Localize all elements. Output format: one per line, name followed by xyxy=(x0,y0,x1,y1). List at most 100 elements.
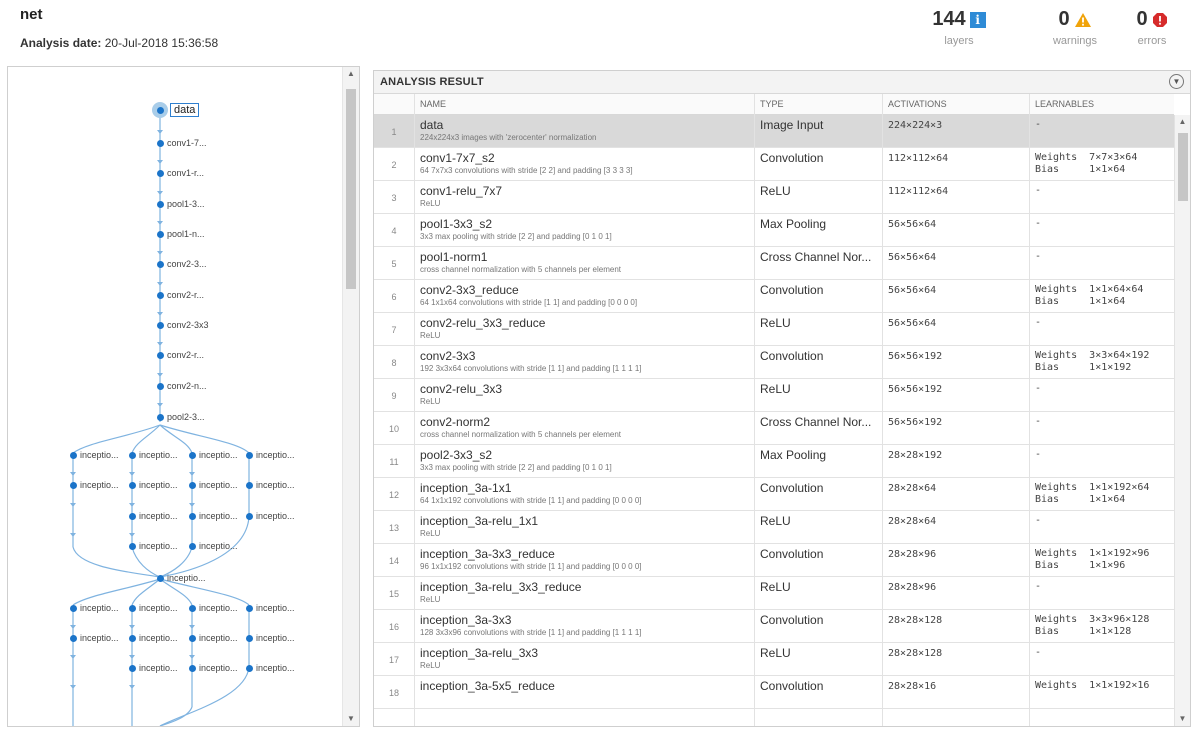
table-row[interactable]: 8 conv2-3x3 192 3x3x64 convolutions with s… xyxy=(374,346,1174,379)
scroll-up-icon[interactable]: ▲ xyxy=(1175,115,1190,129)
layer-learnables: - xyxy=(1035,647,1042,658)
table-row[interactable]: 5 pool1-norm1 cross channel normalization … xyxy=(374,247,1174,280)
node-dot-icon xyxy=(129,634,136,642)
scroll-down-icon[interactable]: ▼ xyxy=(343,712,359,726)
graph-node[interactable]: inceptio... xyxy=(189,511,238,521)
table-row[interactable]: 11 pool2-3x3_s2 3x3 max pooling with strid… xyxy=(374,445,1174,478)
scroll-down-icon[interactable]: ▼ xyxy=(1175,712,1190,726)
graph-node[interactable]: inceptio... xyxy=(70,450,119,460)
table-row[interactable]: 4 pool1-3x3_s2 3x3 max pooling with stride… xyxy=(374,214,1174,247)
table-scrollbar[interactable]: ▲ ▼ xyxy=(1174,115,1190,726)
layer-learnables: Weights 1×1×192×96 Bias 1×1×96 xyxy=(1035,548,1150,571)
row-index: 3 xyxy=(391,193,397,203)
table-row[interactable]: 1 data 224x224x3 images with 'zerocenter' … xyxy=(374,115,1174,148)
scroll-up-icon[interactable]: ▲ xyxy=(343,67,359,81)
table-row[interactable]: 15 inception_3a-relu_3x3_reduce ReLU ReLU 28… xyxy=(374,577,1174,610)
graph-node[interactable]: inceptio... xyxy=(70,633,119,643)
graph-node[interactable]: inceptio... xyxy=(246,663,295,673)
graph-node[interactable]: inceptio... xyxy=(189,663,238,673)
layer-name: pool2-3x3_s2 xyxy=(420,448,493,462)
row-index: 16 xyxy=(388,622,399,632)
node-dot-icon xyxy=(70,604,77,612)
graph-node[interactable]: conv1-7... xyxy=(157,138,207,148)
node-dot-icon xyxy=(246,451,253,459)
graph-scrollbar[interactable]: ▲ ▼ xyxy=(342,67,359,726)
graph-node[interactable]: inceptio... xyxy=(189,633,238,643)
graph-node-label: inceptio... xyxy=(139,541,178,551)
collapse-chevron-icon[interactable]: ▼ xyxy=(1169,74,1184,89)
column-header-learnables[interactable]: LEARNABLES xyxy=(1035,99,1094,109)
layers-stat: 144 i layers xyxy=(928,8,990,47)
table-row[interactable]: 13 inception_3a-relu_1x1 ReLU ReLU 28×28×64- xyxy=(374,511,1174,544)
error-icon[interactable] xyxy=(1152,12,1168,28)
row-index: 1 xyxy=(391,127,397,137)
graph-node[interactable]: inceptio... xyxy=(129,603,178,613)
graph-scrollbar-thumb[interactable] xyxy=(346,89,356,289)
table-row[interactable]: 16 inception_3a-3x3 128 3x3x96 convolution… xyxy=(374,610,1174,643)
graph-node-label: inceptio... xyxy=(80,603,119,613)
graph-node[interactable]: inceptio... xyxy=(70,603,119,613)
table-scrollbar-thumb[interactable] xyxy=(1178,133,1188,201)
table-row[interactable]: 10 conv2-norm2 cross channel normalization… xyxy=(374,412,1174,445)
graph-node[interactable]: inceptio... xyxy=(157,573,206,583)
graph-node-data[interactable]: data xyxy=(152,102,200,118)
network-graph-panel[interactable]: data conv1-7... conv1-r... pool1-3... po… xyxy=(7,66,360,727)
graph-node[interactable]: inceptio... xyxy=(246,633,295,643)
column-header-type[interactable]: TYPE xyxy=(760,99,784,109)
table-row[interactable]: 18 inception_3a-5x5_reduce Convolution 28×2… xyxy=(374,676,1174,709)
graph-node[interactable]: inceptio... xyxy=(189,603,238,613)
graph-node[interactable]: pool2-3... xyxy=(157,412,205,422)
graph-node[interactable]: conv1-r... xyxy=(157,168,204,178)
graph-node-label: inceptio... xyxy=(167,573,206,583)
table-row[interactable]: 7 conv2-relu_3x3_reduce ReLU ReLU 56×56×64- xyxy=(374,313,1174,346)
row-index: 4 xyxy=(391,226,397,236)
table-row[interactable]: 3 conv1-relu_7x7 ReLU ReLU 112×112×64- xyxy=(374,181,1174,214)
graph-node[interactable]: inceptio... xyxy=(246,450,295,460)
table-row[interactable]: 9 conv2-relu_3x3 ReLU ReLU 56×56×192- xyxy=(374,379,1174,412)
table-row[interactable]: 17 inception_3a-relu_3x3 ReLU ReLU 28×28×128… xyxy=(374,643,1174,676)
graph-node[interactable]: conv2-3... xyxy=(157,259,207,269)
graph-node[interactable]: inceptio... xyxy=(70,480,119,490)
graph-node[interactable]: inceptio... xyxy=(129,511,178,521)
graph-node[interactable]: inceptio... xyxy=(189,450,238,460)
graph-node-label: inceptio... xyxy=(256,633,295,643)
layer-name: conv1-relu_7x7 xyxy=(420,184,503,198)
graph-node[interactable]: inceptio... xyxy=(129,450,178,460)
column-divider xyxy=(754,94,755,726)
node-dot-icon xyxy=(129,481,136,489)
graph-node-label: conv2-r... xyxy=(167,350,205,360)
graph-node[interactable]: conv2-r... xyxy=(157,350,204,360)
graph-node[interactable]: inceptio... xyxy=(129,480,178,490)
graph-node[interactable]: inceptio... xyxy=(246,480,295,490)
graph-node[interactable]: conv2-r... xyxy=(157,290,204,300)
graph-node[interactable]: pool1-n... xyxy=(157,229,205,239)
table-row[interactable]: 14 inception_3a-3x3_reduce 96 1x1x192 conv… xyxy=(374,544,1174,577)
graph-node[interactable]: conv2-3x3 xyxy=(157,320,209,330)
analysis-date-label: Analysis date: xyxy=(20,36,102,50)
table-row[interactable]: 6 conv2-3x3_reduce 64 1x1x64 convolutions … xyxy=(374,280,1174,313)
graph-node[interactable]: conv2-n... xyxy=(157,381,207,391)
table-row[interactable]: 12 inception_3a-1x1 64 1x1x192 convolution… xyxy=(374,478,1174,511)
layer-description: 96 1x1x192 convolutions with stride [1 1… xyxy=(420,562,642,571)
graph-node[interactable]: inceptio... xyxy=(129,663,178,673)
layer-name: conv2-relu_3x3_reduce xyxy=(420,316,546,330)
layer-name: conv1-7x7_s2 xyxy=(420,151,495,165)
warning-icon[interactable] xyxy=(1074,12,1092,28)
table-row[interactable]: 2 conv1-7x7_s2 64 7x7x3 convolutions with … xyxy=(374,148,1174,181)
info-icon[interactable]: i xyxy=(969,11,986,28)
graph-node[interactable]: inceptio... xyxy=(189,480,238,490)
graph-node[interactable]: inceptio... xyxy=(129,633,178,643)
graph-node[interactable]: inceptio... xyxy=(246,511,295,521)
layer-description: ReLU xyxy=(420,331,441,340)
graph-node[interactable]: inceptio... xyxy=(189,541,238,551)
graph-node[interactable]: inceptio... xyxy=(129,541,178,551)
layer-name: inception_3a-relu_3x3 xyxy=(420,646,539,660)
node-dot-icon xyxy=(157,382,164,390)
graph-node[interactable]: pool1-3... xyxy=(157,199,205,209)
layer-learnables: - xyxy=(1035,218,1042,229)
column-header-name[interactable]: NAME xyxy=(420,99,446,109)
node-dot-icon xyxy=(189,634,196,642)
graph-node[interactable]: inceptio... xyxy=(246,603,295,613)
network-graph-canvas[interactable]: data conv1-7... conv1-r... pool1-3... po… xyxy=(8,67,342,726)
column-header-activations[interactable]: ACTIVATIONS xyxy=(888,99,947,109)
